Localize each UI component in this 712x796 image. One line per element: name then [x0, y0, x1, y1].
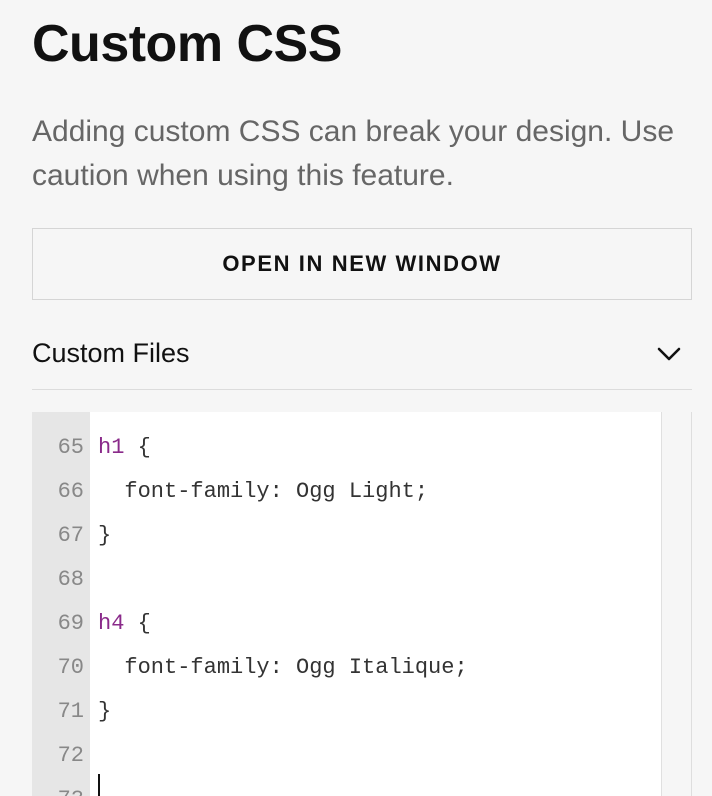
css-code-editor[interactable]: 65 h1 { 66 font-family: Ogg Light; 67 } … — [32, 412, 692, 796]
code-line: 65 h1 { — [32, 425, 660, 469]
code-line: 66 font-family: Ogg Light; — [32, 469, 660, 513]
code-line: 68 — [32, 557, 660, 601]
editor-scrollbar[interactable] — [661, 412, 691, 796]
line-number: 65 — [57, 434, 84, 460]
code-rest: { — [124, 434, 151, 460]
code-rest: font-family: Ogg Light; — [98, 478, 429, 504]
code-text: h4 { — [98, 611, 151, 636]
code-rest: } — [98, 698, 112, 724]
line-number: 66 — [57, 478, 84, 504]
css-selector: h1 — [98, 434, 125, 460]
chevron-down-icon[interactable] — [656, 341, 682, 367]
code-line: 71 } — [32, 689, 660, 733]
line-number: 67 — [57, 522, 84, 548]
code-line: 67 } — [32, 513, 660, 557]
code-rest: } — [98, 522, 112, 548]
code-line: 72 — [32, 733, 660, 777]
code-line: 69 h4 { — [32, 601, 660, 645]
line-number: 71 — [57, 698, 84, 724]
page-title: Custom CSS — [32, 15, 342, 73]
code-text: } — [98, 699, 111, 724]
line-number: 72 — [57, 742, 84, 768]
css-selector: h4 — [98, 610, 125, 636]
text-cursor — [98, 774, 100, 796]
line-number: 70 — [57, 654, 84, 680]
code-line: 70 font-family: Ogg Italique; — [32, 645, 660, 689]
code-rest: font-family: Ogg Italique; — [98, 654, 468, 680]
code-text: } — [98, 523, 111, 548]
warning-text: Adding custom CSS can break your design.… — [32, 115, 674, 192]
line-number: 69 — [57, 610, 84, 636]
custom-files-label: Custom Files — [32, 338, 190, 368]
line-number: 73 — [32, 787, 84, 796]
code-text: font-family: Ogg Light; — [98, 479, 428, 504]
code-text: font-family: Ogg Italique; — [98, 654, 468, 680]
line-number: 68 — [57, 566, 84, 592]
code-text: h1 { — [98, 435, 151, 460]
code-rest: { — [124, 610, 151, 636]
custom-files-dropdown[interactable]: Custom Files — [32, 318, 692, 390]
open-in-new-window-button[interactable]: OPEN IN NEW WINDOW — [32, 228, 692, 300]
code-line: 73 — [32, 777, 660, 796]
